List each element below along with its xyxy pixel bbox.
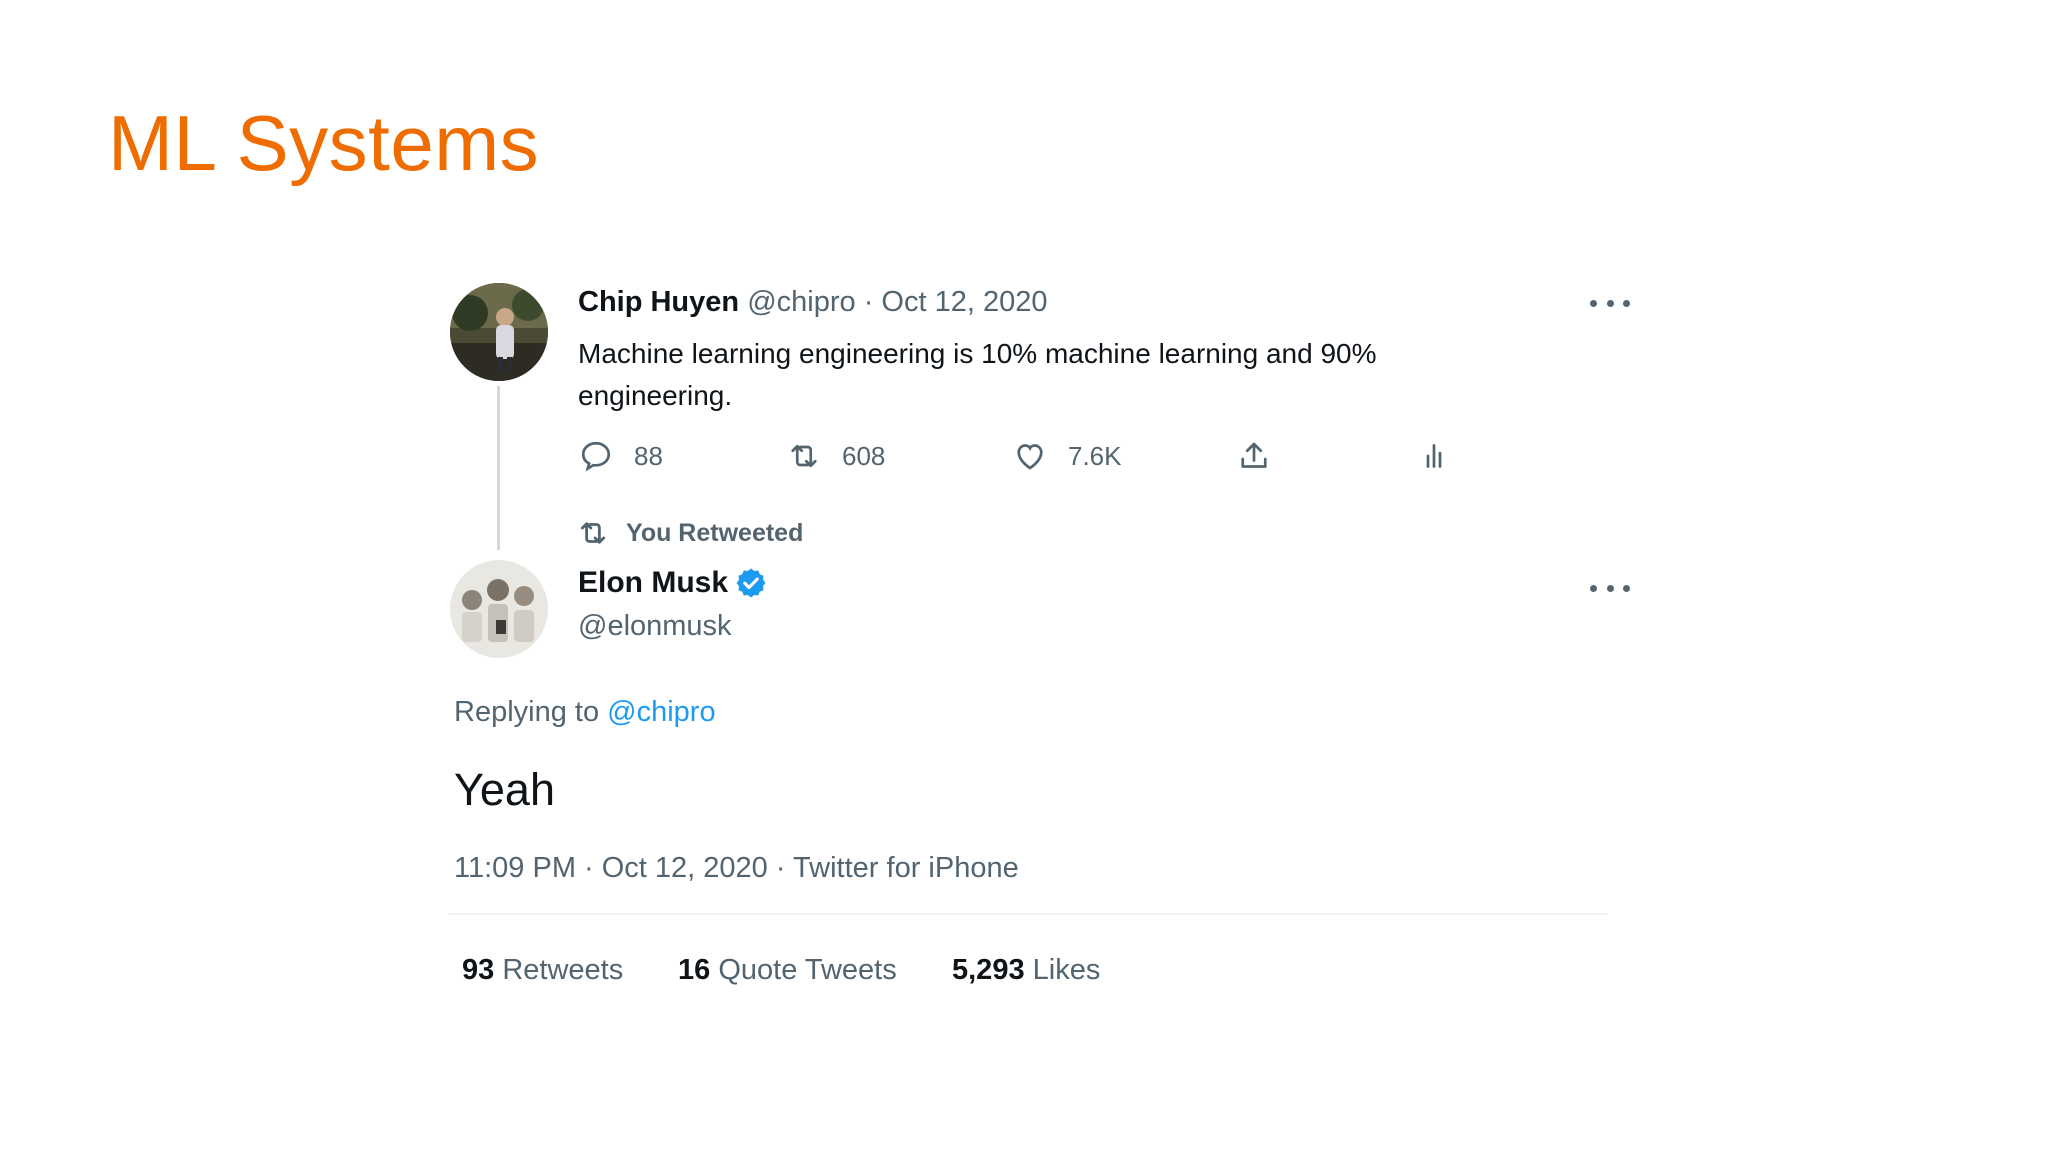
retweet-context-icon [580,522,606,544]
chip-huyen-avatar[interactable] [450,283,548,381]
retweet-icon [791,444,817,468]
thread-connector-line [497,386,500,550]
like-count: 7.6K [1068,440,1122,471]
author-handle[interactable]: @chipro [747,286,855,318]
analytics-icon [1426,444,1442,468]
tweet-text-line-2: engineering. [578,380,733,411]
replying-prefix: Replying to [454,696,600,728]
tweet-header: Chip Huyen @chipro · Oct 12, 2020 [578,286,1047,319]
meta-separator: · [863,286,874,318]
reply-meta[interactable]: 11:09 PM · Oct 12, 2020 · Twitter for iP… [454,852,1019,885]
verified-badge-icon [736,568,766,598]
reply-icon [581,441,611,472]
analytics-button[interactable] [1416,436,1452,476]
reply-author-name[interactable]: Elon Musk [578,566,728,600]
reply-author-handle[interactable]: @elonmusk [578,610,732,643]
tweet-text: Machine learning engineering is 10% mach… [578,333,1377,417]
slide-title: ML Systems [108,99,540,187]
more-icon[interactable] [1590,297,1630,309]
retweets-stat[interactable]: 93 Retweets [462,954,623,987]
retweet-context: You Retweeted [576,516,803,550]
like-button[interactable]: 7.6K [1012,436,1122,476]
retweet-context-label[interactable]: You Retweeted [626,519,803,548]
tweet-text-line-1: Machine learning engineering is 10% mach… [578,338,1377,369]
author-name[interactable]: Chip Huyen [578,286,739,318]
reply-count: 88 [634,440,663,471]
like-icon [1017,444,1043,470]
retweet-count: 608 [842,440,886,471]
reply-text: Yeah [454,764,555,815]
replying-to: Replying to @chipro [454,696,716,729]
retweet-button[interactable]: 608 [786,436,885,476]
likes-stat[interactable]: 5,293 Likes [952,954,1100,987]
quotes-value: 16 [678,954,711,986]
retweets-label: Retweets [502,954,624,986]
tweet-date[interactable]: Oct 12, 2020 [881,286,1047,318]
reply-button[interactable]: 88 [578,436,663,476]
retweets-value: 93 [462,954,495,986]
reply-author-row: Elon Musk [578,566,768,600]
elon-musk-avatar[interactable] [450,560,548,658]
reply-more-icon[interactable] [1590,582,1630,594]
quotes-label: Quote Tweets [718,954,897,986]
share-button[interactable] [1236,436,1272,476]
stats-divider [448,913,1608,915]
replying-to-link[interactable]: @chipro [607,696,715,728]
quote-tweets-stat[interactable]: 16 Quote Tweets [678,954,897,987]
likes-label: Likes [1032,954,1101,986]
share-icon [1241,442,1267,468]
likes-value: 5,293 [952,954,1025,986]
